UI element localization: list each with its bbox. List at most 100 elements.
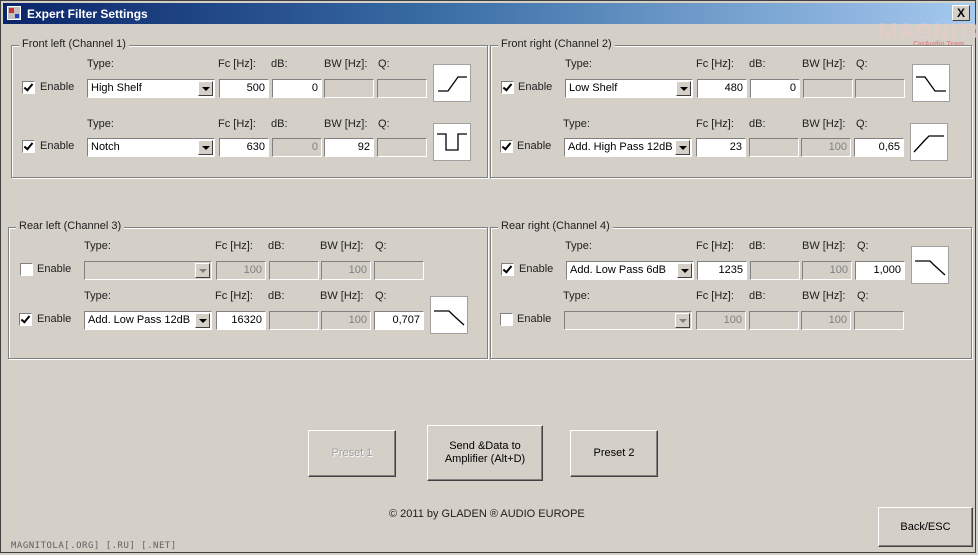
enable-checkbox-rr-1[interactable]	[501, 263, 514, 276]
db-label: dB:	[749, 118, 766, 130]
group-title-front-right: Front right (Channel 2)	[498, 38, 615, 50]
back-esc-button[interactable]: Back/ESC	[878, 507, 973, 547]
group-title-front-left: Front left (Channel 1)	[19, 38, 129, 50]
preset-1-button[interactable]: Preset 1	[308, 430, 396, 477]
q-label: Q:	[856, 58, 868, 70]
type-select-fr-2[interactable]: Add. High Pass 12dB	[564, 138, 692, 157]
q-label: Q:	[378, 118, 390, 130]
bw-input-rr-2: 100	[801, 311, 851, 330]
bw-input-fr-2: 100	[801, 138, 851, 157]
bw-label: BW [Hz]:	[324, 118, 368, 130]
type-select-value: Add. Low Pass 12dB	[88, 314, 191, 326]
enable-checkbox-fl-1[interactable]	[22, 81, 35, 94]
type-select-rl-2[interactable]: Add. Low Pass 12dB	[84, 311, 212, 330]
bw-input-fl-2[interactable]: 92	[324, 138, 374, 157]
bw-input-fl-1	[324, 79, 374, 98]
send-data-to-amplifier-button[interactable]: Send &Data to Amplifier (Alt+D)	[427, 425, 543, 481]
chevron-down-icon[interactable]	[676, 81, 691, 96]
bw-label: BW [Hz]:	[802, 240, 846, 252]
fc-label: Fc [Hz]:	[218, 58, 256, 70]
title-bar[interactable]: Expert Filter Settings	[3, 3, 975, 24]
enable-label: Enable	[40, 81, 75, 93]
q-input-fr-1	[855, 79, 905, 98]
enable-checkbox-fr-2[interactable]	[500, 140, 513, 153]
db-label: dB:	[749, 58, 766, 70]
q-label: Q:	[857, 240, 869, 252]
low-pass-curve-icon	[911, 246, 949, 284]
q-label: Q:	[856, 118, 868, 130]
q-input-rr-1[interactable]: 1,000	[855, 261, 905, 280]
q-label: Q:	[375, 290, 387, 302]
db-label: dB:	[749, 240, 766, 252]
type-label: Type:	[563, 118, 590, 130]
q-input-fr-2[interactable]: 0,65	[854, 138, 904, 157]
chevron-down-icon[interactable]	[198, 81, 213, 96]
chevron-down-icon[interactable]	[675, 140, 690, 155]
db-input-fr-1[interactable]: 0	[750, 79, 800, 98]
type-label: Type:	[87, 118, 114, 130]
group-title-rear-left: Rear left (Channel 3)	[16, 220, 125, 232]
fc-input-fl-1[interactable]: 500	[219, 79, 269, 98]
high-pass-curve-icon	[910, 123, 948, 161]
enable-checkbox-fl-2[interactable]	[22, 140, 35, 153]
footer-watermark: MAGNITOLA[.ORG] [.RU] [.NET]	[11, 541, 177, 551]
type-select-value: Add. Low Pass 6dB	[570, 264, 667, 276]
db-input-fl-2: 0	[272, 138, 322, 157]
type-select-rr-2	[564, 311, 692, 330]
type-label: Type:	[84, 240, 111, 252]
chevron-down-icon[interactable]	[195, 313, 210, 328]
chevron-down-icon	[195, 263, 210, 278]
high-shelf-curve-icon	[433, 64, 471, 102]
chevron-down-icon[interactable]	[677, 263, 692, 278]
fc-input-rr-1[interactable]: 1235	[697, 261, 747, 280]
db-input-rr-1	[750, 261, 800, 280]
expert-filter-window: Expert Filter Settings X MAGNITOLA CarAu…	[0, 0, 978, 553]
group-front-left: Front left (Channel 1) Type: Fc [Hz]: dB…	[11, 38, 488, 178]
q-input-rr-2	[854, 311, 904, 330]
q-input-fl-2	[377, 138, 427, 157]
enable-label: Enable	[517, 313, 552, 325]
group-title-rear-right: Rear right (Channel 4)	[498, 220, 613, 232]
notch-curve-icon	[433, 123, 471, 161]
fc-label: Fc [Hz]:	[696, 240, 734, 252]
enable-checkbox-rr-2[interactable]	[500, 313, 513, 326]
fc-label: Fc [Hz]:	[696, 290, 734, 302]
enable-label: Enable	[40, 140, 75, 152]
fc-input-fr-1[interactable]: 480	[697, 79, 747, 98]
bw-label: BW [Hz]:	[802, 118, 846, 130]
db-label: dB:	[268, 290, 285, 302]
fc-input-rr-2: 100	[696, 311, 746, 330]
type-select-rl-1	[84, 261, 212, 280]
type-select-value: Add. High Pass 12dB	[568, 141, 673, 153]
enable-label: Enable	[517, 140, 552, 152]
enable-checkbox-rl-1[interactable]	[20, 263, 33, 276]
type-select-fl-2[interactable]: Notch	[87, 138, 215, 157]
group-rear-right: Rear right (Channel 4) Type: Fc [Hz]: dB…	[490, 220, 972, 359]
type-label: Type:	[565, 240, 592, 252]
type-select-fl-1[interactable]: High Shelf	[87, 79, 215, 98]
bw-label: BW [Hz]:	[320, 240, 364, 252]
chevron-down-icon[interactable]	[198, 140, 213, 155]
enable-label: Enable	[37, 263, 72, 275]
type-select-fr-1[interactable]: Low Shelf	[565, 79, 693, 98]
low-shelf-curve-icon	[912, 64, 950, 102]
enable-label: Enable	[37, 313, 72, 325]
db-input-rl-1	[269, 261, 319, 280]
type-select-rr-1[interactable]: Add. Low Pass 6dB	[566, 261, 694, 280]
enable-checkbox-fr-1[interactable]	[501, 81, 514, 94]
fc-input-fr-2[interactable]: 23	[696, 138, 746, 157]
fc-input-rl-2[interactable]: 16320	[216, 311, 266, 330]
q-label: Q:	[857, 290, 869, 302]
fc-input-fl-2[interactable]: 630	[219, 138, 269, 157]
enable-label: Enable	[518, 81, 553, 93]
preset-2-button[interactable]: Preset 2	[570, 430, 658, 477]
db-input-fl-1[interactable]: 0	[272, 79, 322, 98]
type-label: Type:	[565, 58, 592, 70]
fc-label: Fc [Hz]:	[696, 118, 734, 130]
chevron-down-icon	[675, 313, 690, 328]
bw-label: BW [Hz]:	[320, 290, 364, 302]
db-input-rr-2	[749, 311, 799, 330]
low-pass-curve-icon	[430, 296, 468, 334]
enable-checkbox-rl-2[interactable]	[19, 313, 32, 326]
q-input-rl-2[interactable]: 0,707	[374, 311, 424, 330]
